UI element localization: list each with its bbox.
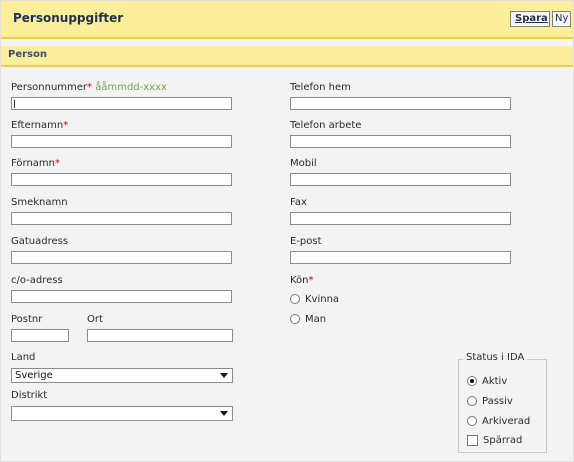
section-title: Person	[8, 49, 47, 60]
sparrad-label: Spärrad	[483, 435, 523, 446]
status-radio-arkiverad-label: Arkiverad	[482, 416, 531, 427]
epost-input[interactable]	[290, 251, 511, 264]
text-caret	[14, 100, 15, 108]
person-form-window: Personuppgifter Spara Ny Person Personnu…	[0, 0, 574, 462]
land-select[interactable]: Sverige	[11, 368, 233, 383]
co-adress-label: c/o-adress	[11, 275, 63, 286]
radio-kvinna[interactable]	[290, 294, 300, 304]
epost-label: E-post	[290, 236, 322, 247]
chevron-down-icon	[220, 411, 228, 416]
radio-man-label: Man	[305, 314, 327, 325]
gatuadress-label: Gatuadress	[11, 236, 69, 247]
required-marker: *	[55, 158, 60, 169]
personnummer-label: Personnummer* ååmmdd-xxxx	[11, 82, 167, 93]
status-radio-aktiv[interactable]	[467, 376, 477, 386]
status-legend: Status i IDA	[463, 352, 528, 363]
header-bar: Personuppgifter Spara Ny	[1, 1, 573, 39]
new-button[interactable]: Ny	[552, 11, 571, 27]
efternamn-input[interactable]	[11, 135, 232, 148]
mobil-input[interactable]	[290, 173, 511, 186]
postnr-input[interactable]	[11, 329, 69, 342]
ort-input[interactable]	[87, 329, 233, 342]
page-title: Personuppgifter	[13, 11, 124, 25]
save-button[interactable]: Spara	[510, 11, 550, 27]
mobil-label: Mobil	[290, 158, 317, 169]
sparrad-checkbox[interactable]	[467, 435, 478, 446]
personnummer-input[interactable]	[11, 97, 232, 110]
section-header-person: Person	[1, 46, 573, 67]
gatuadress-input[interactable]	[11, 251, 232, 264]
efternamn-label-text: Efternamn	[11, 120, 64, 131]
kon-label-text: Kön	[290, 275, 309, 286]
land-label: Land	[11, 352, 36, 363]
telefon-hem-input[interactable]	[290, 97, 511, 110]
kon-label: Kön*	[290, 275, 314, 286]
required-marker: *	[63, 120, 69, 131]
status-radio-aktiv-label: Aktiv	[482, 376, 508, 387]
personnummer-format-hint: ååmmdd-xxxx	[95, 82, 167, 93]
ort-label: Ort	[87, 314, 103, 325]
fax-input[interactable]	[290, 212, 511, 225]
required-marker: *	[87, 82, 93, 93]
status-radio-passiv-label: Passiv	[482, 396, 513, 407]
status-radio-passiv[interactable]	[467, 396, 477, 406]
personnummer-label-text: Personnummer	[11, 82, 88, 93]
fax-label: Fax	[290, 197, 307, 208]
smeknamn-input[interactable]	[11, 212, 232, 225]
distrikt-label: Distrikt	[11, 390, 48, 401]
telefon-hem-label: Telefon hem	[290, 82, 351, 93]
status-radio-arkiverad[interactable]	[467, 416, 477, 426]
fornamn-label-text: Förnamn	[11, 158, 55, 169]
co-adress-input[interactable]	[11, 290, 232, 303]
distrikt-select[interactable]	[11, 406, 233, 421]
telefon-arbete-input[interactable]	[290, 135, 511, 148]
radio-man[interactable]	[290, 314, 300, 324]
smeknamn-label: Smeknamn	[11, 197, 68, 208]
postnr-label: Postnr	[11, 314, 43, 325]
chevron-down-icon	[220, 373, 228, 378]
radio-kvinna-label: Kvinna	[305, 294, 340, 305]
efternamn-label: Efternamn*	[11, 120, 68, 131]
fornamn-label: Förnamn*	[11, 158, 60, 169]
telefon-arbete-label: Telefon arbete	[290, 120, 362, 131]
required-marker: *	[308, 275, 314, 286]
land-selected-value: Sverige	[15, 370, 53, 381]
fornamn-input[interactable]	[11, 173, 232, 186]
